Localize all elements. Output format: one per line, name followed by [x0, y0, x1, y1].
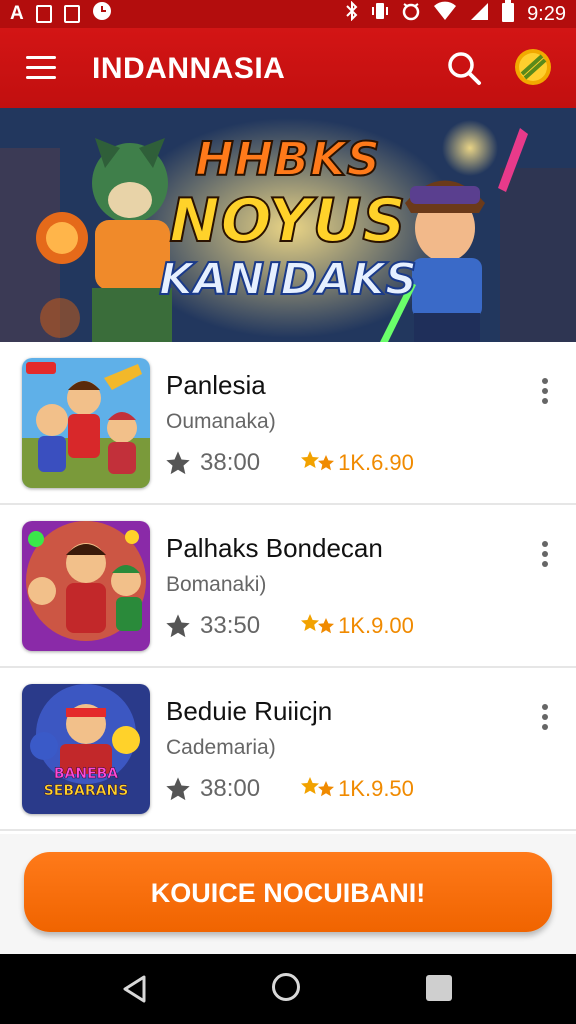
signal-icon	[469, 1, 489, 27]
star-icon	[166, 614, 190, 638]
sim-icon	[35, 5, 52, 23]
more-options-icon[interactable]	[538, 541, 552, 573]
status-letter: A	[10, 3, 24, 24]
vibrate-icon	[371, 1, 389, 27]
game-score: 38:00	[200, 775, 261, 802]
star-icon	[166, 451, 190, 475]
clock-notification-icon	[92, 1, 112, 27]
recents-icon[interactable]	[426, 975, 452, 1001]
game-thumbnail	[22, 358, 150, 488]
game-subtitle: Cademaria)	[166, 736, 276, 759]
banner-title-line-3: KANIDAKS	[158, 253, 418, 306]
game-score: 33:50	[200, 612, 261, 639]
promo-banner[interactable]: HHBKS NOYUS KANIDAKS	[0, 108, 576, 342]
rating-stars-icon	[301, 451, 335, 471]
banner-title-line-2: NOYUS	[168, 185, 407, 257]
back-icon[interactable]	[120, 974, 150, 1004]
battery-icon	[501, 0, 515, 28]
app-bar: INDANNASIA	[0, 28, 576, 108]
game-thumbnail: BANEBA SEBARANS	[22, 684, 150, 814]
game-title: Beduie Ruiicjn	[166, 696, 333, 726]
game-title: Panlesia	[166, 370, 266, 400]
star-icon	[166, 777, 190, 801]
list-item[interactable]: BANEBA SEBARANS Beduie Ruiicjn Cademaria…	[0, 668, 576, 831]
rating-row: 38:00 1K.9.50	[164, 774, 414, 804]
thumbnail-text: BANEBA	[53, 766, 119, 783]
more-options-icon[interactable]	[538, 378, 552, 410]
status-left-icons: A	[10, 1, 112, 27]
thumbnail-text: SEBARANS	[43, 783, 129, 800]
game-title: Palhaks Bondecan	[166, 533, 383, 563]
game-downloads: 1K.9.50	[338, 776, 414, 801]
system-nav-bar	[0, 954, 576, 1024]
game-thumbnail	[22, 521, 150, 651]
alarm-icon	[401, 1, 421, 27]
home-icon[interactable]	[272, 973, 300, 1001]
game-subtitle: Bomanaki)	[166, 573, 267, 596]
status-right-icons: 9:29	[345, 0, 566, 28]
primary-action-button[interactable]: KOUICE NOCUIBANI!	[24, 852, 552, 932]
status-bar: A 9:29	[0, 0, 576, 28]
more-options-icon[interactable]	[538, 704, 552, 736]
image-notification-icon	[63, 5, 80, 23]
bottom-action-area: KOUICE NOCUIBANI!	[0, 834, 576, 954]
banner-title-line-1: HHBKS	[194, 131, 381, 187]
list-item[interactable]: Palhaks Bondecan Bomanaki) 33:50 1K.9.00	[0, 505, 576, 668]
game-score: 38:00	[200, 449, 261, 476]
game-downloads: 1K.9.00	[338, 613, 414, 638]
bluetooth-icon	[345, 0, 359, 27]
rating-stars-icon	[301, 614, 335, 634]
app-title: INDANNASIA	[92, 52, 286, 85]
list-item[interactable]: Panlesia Oumanaka) 38:00 1K.6.90	[0, 342, 576, 505]
game-downloads: 1K.6.90	[338, 450, 414, 475]
menu-icon[interactable]	[26, 56, 56, 80]
wifi-icon	[433, 1, 457, 27]
search-icon[interactable]	[446, 50, 482, 86]
game-subtitle: Oumanaka)	[166, 410, 276, 433]
rating-row: 33:50 1K.9.00	[164, 611, 414, 641]
status-time: 9:29	[527, 2, 566, 25]
rating-row: 38:00 1K.6.90	[164, 448, 414, 478]
game-list: Panlesia Oumanaka) 38:00 1K.6.90 Palhaks…	[0, 342, 576, 834]
coin-icon[interactable]	[514, 48, 552, 86]
rating-stars-icon	[301, 777, 335, 797]
